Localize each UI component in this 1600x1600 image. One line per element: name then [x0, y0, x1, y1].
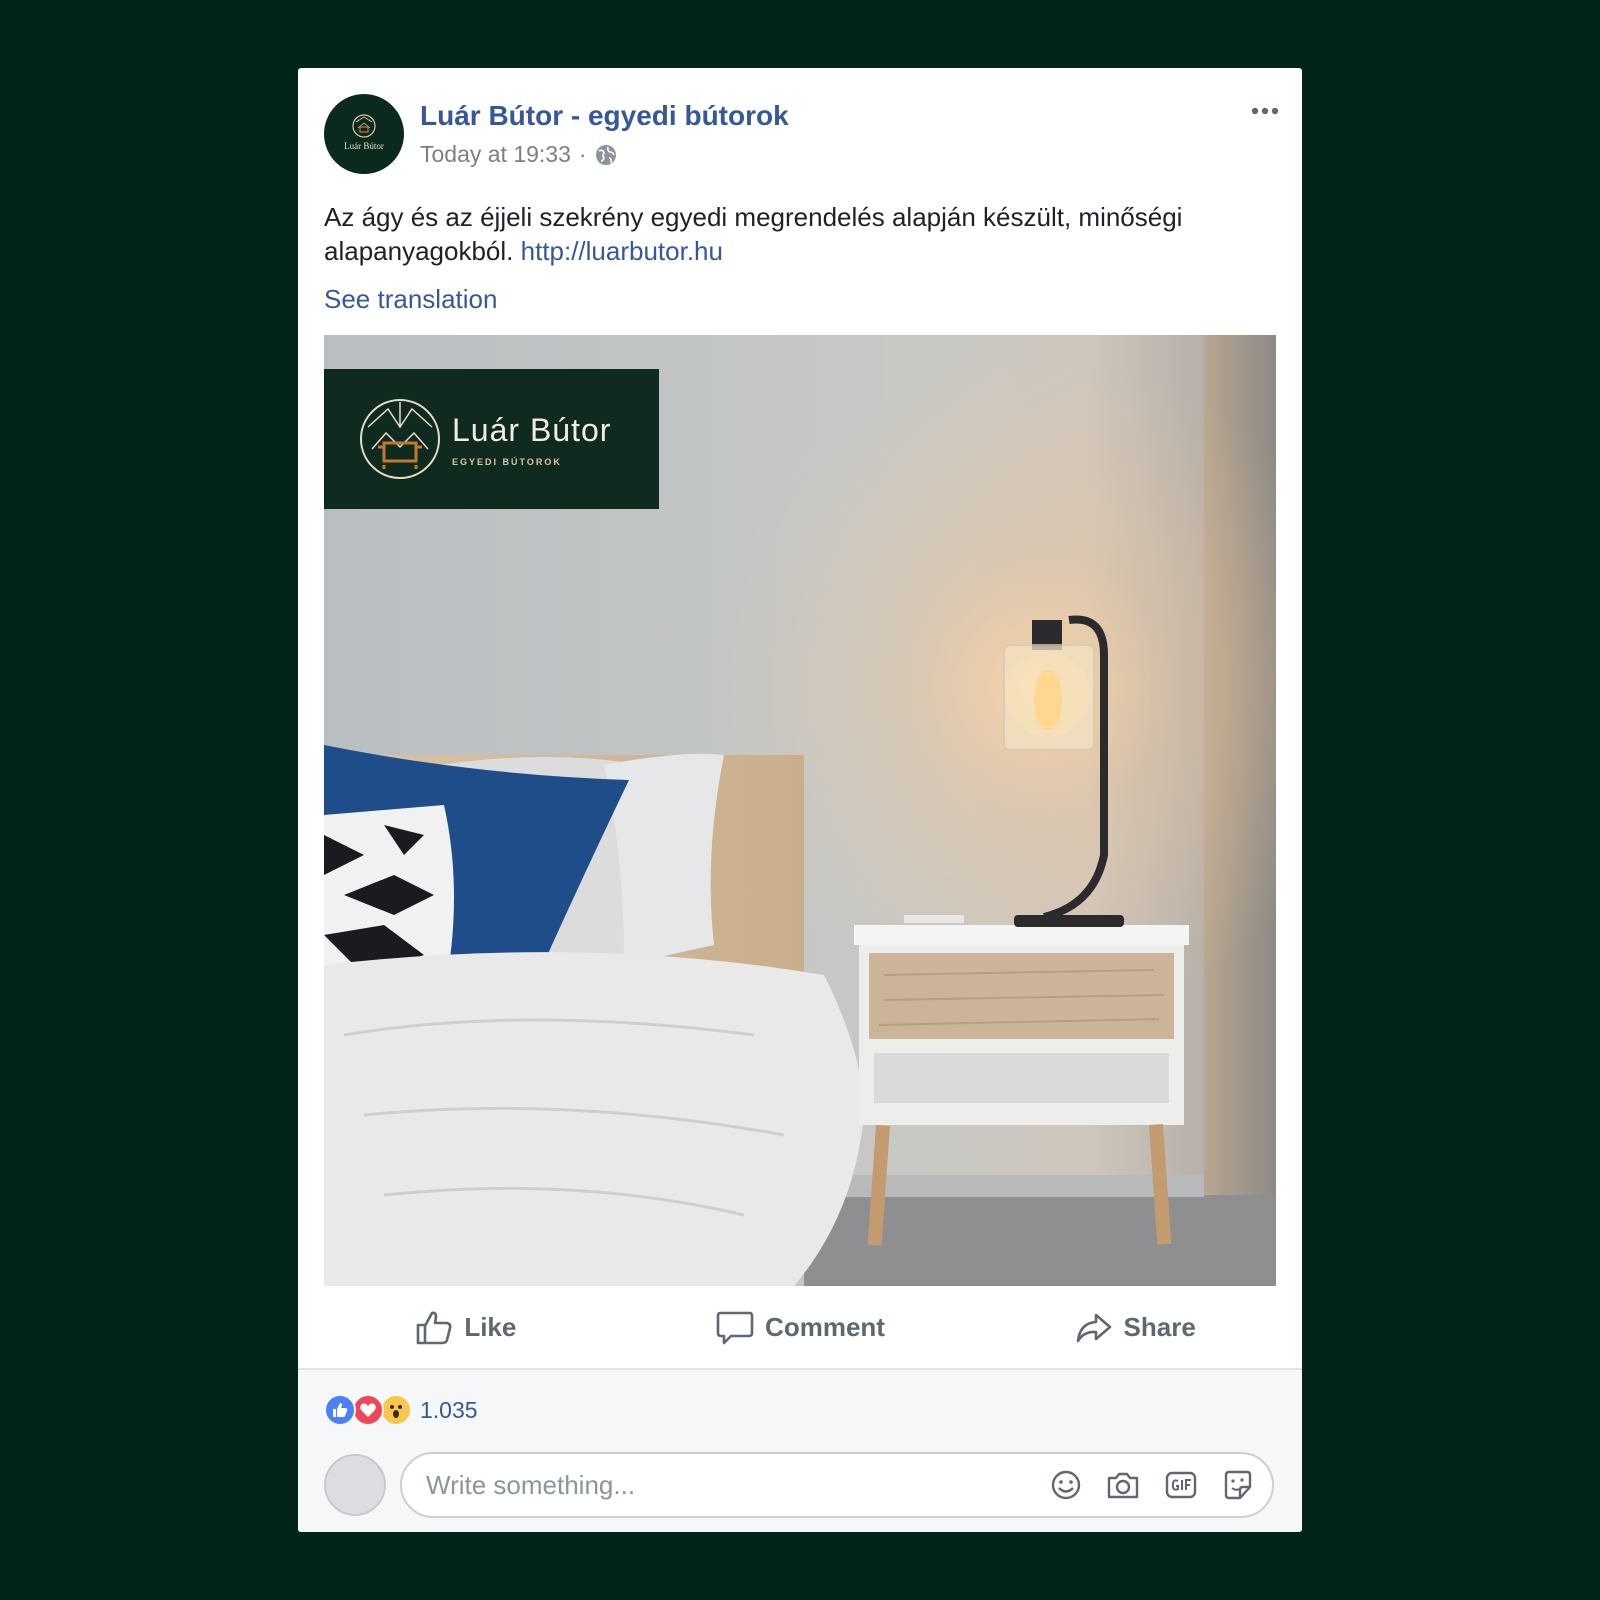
brand-logo-icon	[360, 399, 440, 479]
love-reaction-icon	[352, 1394, 384, 1426]
thumbs-up-icon	[417, 1311, 452, 1345]
ellipsis-icon	[1251, 107, 1279, 115]
brand-title: Luár Bútor	[452, 411, 612, 448]
post-link[interactable]: http://luarbutor.hu	[521, 236, 723, 266]
camera-icon[interactable]	[1106, 1469, 1140, 1501]
share-arrow-icon	[1076, 1313, 1111, 1343]
meta-separator: ·	[578, 141, 587, 167]
comment-label: Comment	[765, 1311, 885, 1342]
gif-icon[interactable]	[1164, 1469, 1198, 1501]
sticker-icon[interactable]	[1222, 1469, 1254, 1501]
user-avatar	[324, 1454, 386, 1516]
comment-button[interactable]: Comment	[633, 1286, 968, 1368]
reaction-count[interactable]: 1.035	[420, 1397, 478, 1424]
globe-icon[interactable]	[595, 144, 617, 166]
comment-tools	[1026, 1469, 1254, 1501]
avatar-name: Luár Bútor	[344, 140, 384, 151]
comment-bubble-icon	[716, 1311, 754, 1345]
reactions-summary[interactable]: 1.035	[324, 1394, 478, 1426]
facebook-post-card: Luár Bútor Luár Bútor - egyedi bútorok T…	[298, 68, 1302, 1532]
like-label: Like	[464, 1311, 517, 1342]
page-avatar[interactable]: Luár Bútor	[324, 94, 404, 174]
brand-overlay: Luár Bútor EGYEDI BÚTOROK	[324, 369, 659, 509]
comment-input[interactable]	[426, 1469, 1026, 1501]
brand-subtitle: EGYEDI BÚTOROK	[452, 456, 562, 467]
post-body: Az ágy és az éjjeli szekrény egyedi megr…	[324, 202, 1183, 266]
share-button[interactable]: Share	[967, 1286, 1302, 1368]
post-footer: 1.035	[298, 1370, 1302, 1532]
like-reaction-icon	[324, 1394, 356, 1426]
share-label: Share	[1123, 1311, 1196, 1342]
like-button[interactable]: Like	[298, 1286, 633, 1368]
see-translation-link[interactable]: See translation	[324, 284, 497, 315]
page-name-link[interactable]: Luár Bútor - egyedi bútorok	[420, 100, 789, 132]
more-options-button[interactable]	[1250, 104, 1280, 116]
wow-reaction-icon	[380, 1394, 412, 1426]
emoji-icon[interactable]	[1050, 1469, 1082, 1501]
post-photo[interactable]: Luár Bútor EGYEDI BÚTOROK	[324, 335, 1276, 1286]
post-meta: Today at 19:33 ·	[420, 141, 617, 168]
post-text: Az ágy és az éjjeli szekrény egyedi megr…	[324, 200, 1274, 268]
timestamp[interactable]: Today at 19:33	[420, 141, 571, 168]
post-actions-bar: Like Comment Share	[298, 1286, 1302, 1370]
comment-box	[400, 1452, 1274, 1518]
avatar-logo-icon	[352, 113, 376, 138]
